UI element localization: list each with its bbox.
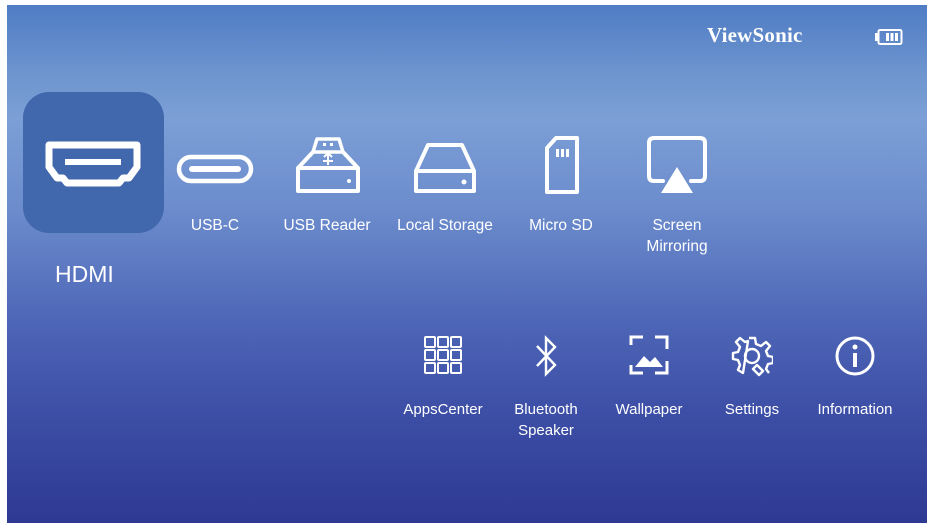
bluetooth-icon	[536, 335, 557, 377]
app-information-label: Information	[817, 401, 893, 418]
battery-icon	[875, 29, 903, 45]
app-wallpaper-label: Wallpaper	[615, 401, 683, 418]
usb-reader-icon	[296, 137, 360, 193]
source-usb-reader[interactable]: USB Reader	[275, 135, 379, 234]
source-usb-c-label: USB-C	[190, 217, 240, 234]
source-usb-reader-label: USB Reader	[283, 217, 371, 234]
app-bluetooth-speaker-label: Bluetooth Speaker	[514, 401, 578, 439]
source-local-storage-label: Local Storage	[397, 217, 493, 234]
wallpaper-icon	[629, 335, 669, 375]
source-hdmi-label: HDMI	[55, 261, 114, 287]
source-screen-mirroring[interactable]: Screen Mirroring	[627, 135, 727, 255]
app-information[interactable]: Information	[809, 335, 901, 425]
info-icon	[835, 336, 875, 376]
app-wallpaper[interactable]: Wallpaper	[604, 335, 694, 425]
app-bluetooth-speaker[interactable]: Bluetooth Speaker	[501, 335, 591, 445]
local-storage-icon	[414, 143, 476, 193]
app-settings[interactable]: Settings	[707, 335, 797, 425]
settings-gear-icon	[731, 336, 773, 377]
apps-grid-icon	[424, 336, 462, 374]
screen-mirroring-icon	[647, 136, 707, 193]
app-settings-label: Settings	[724, 401, 780, 418]
source-micro-sd[interactable]: Micro SD	[514, 135, 608, 234]
hdmi-icon	[45, 141, 141, 187]
micro-sd-icon	[545, 136, 579, 194]
app-apps-center[interactable]: AppsCenter	[398, 335, 488, 425]
usb-c-icon	[176, 154, 254, 184]
source-local-storage[interactable]: Local Storage	[387, 135, 503, 234]
app-apps-center-label: AppsCenter	[403, 401, 483, 418]
home-screen: ViewSonic HDMI USB-C USB Reader Local St…	[7, 5, 927, 523]
source-screen-mirroring-label: Screen Mirroring	[646, 217, 708, 255]
source-micro-sd-label: Micro SD	[529, 217, 593, 234]
brand-logo: ViewSonic	[707, 23, 803, 47]
source-usb-c[interactable]: USB-C	[165, 135, 265, 234]
